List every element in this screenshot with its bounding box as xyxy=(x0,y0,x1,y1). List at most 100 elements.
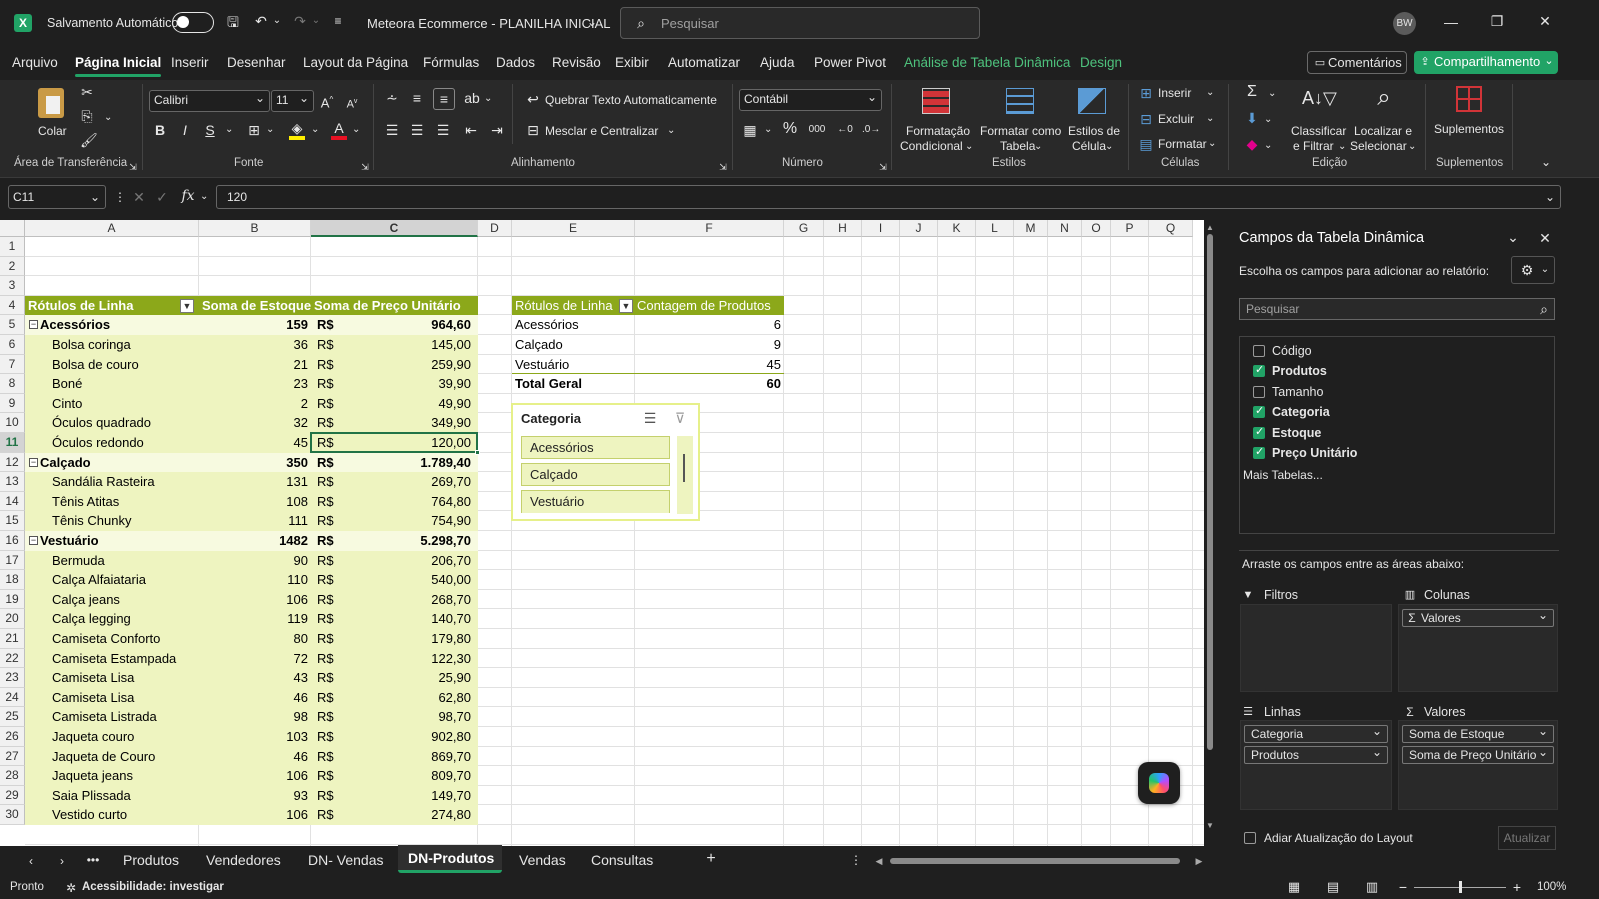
clear-filter-icon[interactable]: ⊽ xyxy=(671,410,689,426)
pivot2-total-value[interactable]: 60 xyxy=(635,374,784,394)
clear-icon[interactable]: ◆ xyxy=(1244,136,1260,152)
row-header-16[interactable]: 16 xyxy=(0,531,25,551)
fill-dropdown-icon[interactable]: ⌄ xyxy=(311,122,319,138)
pivot1-preco-value[interactable]: 809,70 xyxy=(311,766,478,786)
tab-ajuda[interactable]: Ajuda xyxy=(760,55,795,70)
field-label-codigo[interactable]: Código xyxy=(1272,344,1312,358)
accessibility-status[interactable]: Acessibilidade: investigar xyxy=(82,881,224,893)
tab-arquivo[interactable]: Arquivo xyxy=(12,55,58,70)
pivot1-item-label[interactable]: Saia Plissada xyxy=(25,786,199,806)
slicer-item-calcado[interactable]: Calçado xyxy=(521,463,670,486)
format-as-table-button[interactable]: Formatar como Tabela ⌄ xyxy=(978,86,1064,153)
more-tables-link[interactable]: Mais Tabelas... xyxy=(1243,468,1323,482)
slicer-item-vestuario[interactable]: Vestuário xyxy=(521,490,670,513)
field-checkbox-produtos[interactable] xyxy=(1253,363,1265,377)
align-center-icon[interactable]: ☰ xyxy=(409,122,425,138)
borders-icon[interactable]: ⊞ xyxy=(246,122,262,138)
column-header-a[interactable]: A xyxy=(25,220,199,237)
font-color-icon[interactable]: A xyxy=(331,120,347,140)
font-name-select[interactable]: Calibri ⌄ xyxy=(149,90,270,112)
fill-icon[interactable]: ⬇ xyxy=(1244,110,1260,126)
pivot1-estoque-value[interactable]: 90 xyxy=(199,551,311,571)
column-header-k[interactable]: K xyxy=(938,220,976,237)
pivot1-item-label[interactable]: Vestido curto xyxy=(25,805,199,825)
align-bottom-icon[interactable]: ≡ xyxy=(433,88,455,110)
align-left-icon[interactable]: ☰ xyxy=(384,122,400,138)
pivot1-preco-value[interactable]: 179,80 xyxy=(311,629,478,649)
title-chevron-down-icon[interactable]: ⌄ xyxy=(586,14,598,30)
pivot1-preco-value[interactable]: 62,80 xyxy=(311,688,478,708)
number-launcher-icon[interactable]: ⇲ xyxy=(878,159,888,175)
field-search-box[interactable]: Pesquisar ⌕ xyxy=(1239,298,1555,320)
pivot1-estoque-value[interactable]: 80 xyxy=(199,629,311,649)
worksheet-grid[interactable]: ABCDEFGHIJKLMNOPQ 1 2 3 4 5 6 7 8 9 10 11 12 13 14 15 1… xyxy=(0,220,1216,846)
pivot1-estoque-value[interactable]: 72 xyxy=(199,649,311,669)
vertical-scrollbar[interactable]: ▲ ▼ xyxy=(1204,220,1216,846)
zoom-in-icon[interactable]: + xyxy=(1512,879,1522,895)
pivot1-header-preco[interactable]: Soma de Preço Unitário xyxy=(311,296,478,316)
pivot1-estoque-value[interactable]: 43 xyxy=(199,668,311,688)
wrap-text-button[interactable]: ↩ Quebrar Texto Automaticamente xyxy=(525,91,721,109)
currency-icon[interactable]: ▦ xyxy=(742,122,758,138)
pivot1-item-label[interactable]: Bolsa de couro xyxy=(25,355,199,375)
pivot1-item-label[interactable]: Óculos quadrado xyxy=(25,413,199,433)
font-launcher-icon[interactable]: ⇲ xyxy=(360,159,370,175)
field-checkbox-estoque[interactable] xyxy=(1253,425,1265,439)
redo-icon[interactable]: ↷ xyxy=(292,13,308,29)
row-header-3[interactable]: 3 xyxy=(0,276,25,296)
field-label-produtos[interactable]: Produtos xyxy=(1272,364,1327,378)
values-drop-area[interactable]: Soma de Estoque Soma de Preço Unitário xyxy=(1398,720,1558,810)
pivot1-preco-value[interactable]: 25,90 xyxy=(311,668,478,688)
pivot1-estoque-value[interactable]: 106 xyxy=(199,590,311,610)
field-label-preco[interactable]: Preço Unitário xyxy=(1272,446,1357,460)
fill-color-icon[interactable]: ◈ xyxy=(289,120,305,140)
tab-exibir[interactable]: Exibir xyxy=(615,55,649,70)
row-header-4[interactable]: 4 xyxy=(0,295,25,316)
font-color-dropdown-icon[interactable]: ⌄ xyxy=(352,122,360,138)
clear-dropdown-icon[interactable]: ⌄ xyxy=(1264,138,1272,154)
pivot1-item-label[interactable]: Tênis Atitas xyxy=(25,492,199,512)
pivot1-estoque-value[interactable]: 93 xyxy=(199,786,311,806)
format-painter-icon[interactable]: 🖌 xyxy=(80,132,98,148)
zoom-slider[interactable] xyxy=(1414,881,1506,893)
panel-settings-button[interactable]: ⚙ ⌄ xyxy=(1511,256,1555,284)
update-button[interactable]: Atualizar xyxy=(1498,826,1556,850)
align-right-icon[interactable]: ☰ xyxy=(435,122,451,138)
percent-icon[interactable]: % xyxy=(782,121,798,137)
tab-design[interactable]: Design xyxy=(1080,55,1122,70)
row-labels-filter-icon[interactable]: ▼ xyxy=(180,298,194,313)
column-header-o[interactable]: O xyxy=(1082,220,1111,237)
decrease-font-icon[interactable]: Av xyxy=(345,94,359,113)
row-header-5[interactable]: 5 xyxy=(0,315,25,335)
column-header-l[interactable]: L xyxy=(976,220,1014,237)
italic-icon[interactable]: I xyxy=(178,122,192,138)
pivot1-preco-value[interactable]: 49,90 xyxy=(311,394,478,414)
pivot1-item-label[interactable]: Camiseta Lisa xyxy=(25,668,199,688)
pivot1-preco-value[interactable]: 349,90 xyxy=(311,413,478,433)
orientation-dropdown-icon[interactable]: ⌄ xyxy=(484,91,492,107)
increase-indent-icon[interactable]: ⇥ xyxy=(489,122,505,138)
underline-dropdown-icon[interactable]: ⌄ xyxy=(225,122,233,138)
scroll-left-icon[interactable]: ◀ xyxy=(874,853,884,869)
sheet-tab-produtos[interactable]: Produtos xyxy=(123,852,179,868)
slicer-categoria[interactable]: Categoria ☰ ⊽ Acessórios Calçado Vestuár… xyxy=(511,403,700,521)
save-icon[interactable]: 🖫 xyxy=(225,14,241,30)
row-header-8[interactable]: 8 xyxy=(0,374,25,394)
pivot1-estoque-value[interactable]: 131 xyxy=(199,472,311,492)
column-header-e[interactable]: E xyxy=(512,220,635,237)
pivot1-preco-value[interactable]: 869,70 xyxy=(311,747,478,767)
field-checkbox-codigo[interactable] xyxy=(1253,345,1265,357)
tab-revisao[interactable]: Revisão xyxy=(552,55,601,70)
scroll-right-icon[interactable]: ▶ xyxy=(1194,853,1204,869)
delete-cells-button[interactable]: ⊟ Excluir ⌄ xyxy=(1138,110,1218,128)
clipboard-launcher-icon[interactable]: ⇲ xyxy=(128,159,138,175)
row-header-26[interactable]: 26 xyxy=(0,727,25,747)
pivot1-item-label[interactable]: Bolsa coringa xyxy=(25,335,199,355)
find-select-button[interactable]: ⌕ Localizar e Selecionar ⌄ xyxy=(1350,84,1418,153)
autosave-toggle[interactable] xyxy=(172,12,214,33)
scroll-down-icon[interactable]: ▼ xyxy=(1204,818,1216,834)
zoom-out-icon[interactable]: − xyxy=(1398,879,1408,895)
row-header-13[interactable]: 13 xyxy=(0,472,25,492)
rows-drop-area[interactable]: Categoria Produtos xyxy=(1240,720,1392,810)
cut-icon[interactable]: ✂ xyxy=(80,84,94,100)
